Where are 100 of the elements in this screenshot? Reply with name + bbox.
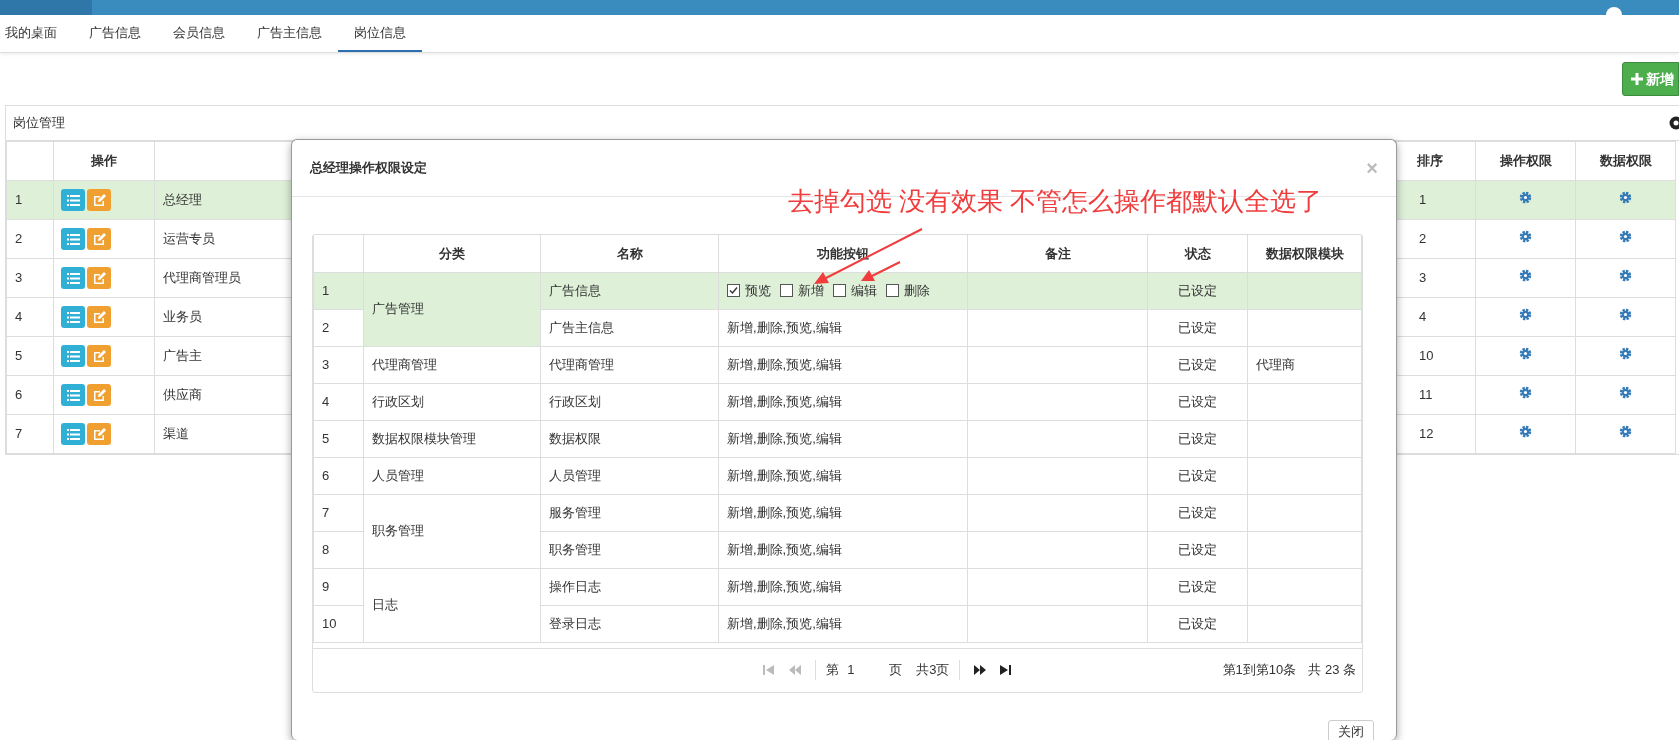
column-header: 数据权限模块: [1247, 235, 1362, 272]
table-cell: 代理商管理: [363, 346, 541, 383]
settings-icon[interactable]: [1519, 269, 1532, 283]
table-cell: 9: [313, 568, 364, 605]
settings-icon[interactable]: [1519, 230, 1532, 244]
checkbox[interactable]: [727, 283, 740, 297]
table-cell: 广告主信息: [540, 309, 719, 346]
table-cell: 人员管理: [540, 457, 719, 494]
table-cell: 已设定: [1147, 531, 1248, 568]
page-label: 页: [889, 661, 903, 680]
table-cell: 新增,删除,预览,编辑: [718, 309, 968, 346]
list-icon: [66, 311, 80, 323]
settings-icon[interactable]: [1619, 230, 1632, 244]
tab[interactable]: 岗位信息: [338, 15, 422, 52]
list-button[interactable]: [61, 228, 85, 251]
table-cell: 已设定: [1147, 568, 1248, 605]
tab[interactable]: 我的桌面: [0, 15, 73, 52]
column-header: 备注: [967, 235, 1148, 272]
edit-icon: [92, 193, 106, 206]
table-cell: 新增,删除,预览,编辑: [718, 605, 968, 642]
settings-icon[interactable]: [1619, 347, 1632, 361]
column-header: 状态: [1147, 235, 1248, 272]
settings-icon[interactable]: [1619, 425, 1632, 439]
list-button[interactable]: [61, 189, 85, 212]
table-cell: 5: [6, 336, 54, 376]
checkbox[interactable]: [886, 283, 899, 297]
page-label: 第: [826, 661, 840, 680]
table-cell: 4: [6, 297, 54, 337]
table-cell: 已设定: [1147, 346, 1248, 383]
table-cell: 服务管理: [540, 494, 719, 531]
checkbox-label[interactable]: 预览: [745, 282, 771, 298]
settings-icon[interactable]: [1619, 269, 1632, 283]
table-cell: 新增,删除,预览,编辑: [718, 383, 968, 420]
table-cell: 日志: [363, 568, 541, 642]
table-cell: 已设定: [1147, 272, 1248, 309]
edit-icon: [92, 349, 106, 362]
table-cell: 3: [313, 346, 364, 383]
column-header: 分类: [363, 235, 541, 272]
table-cell: 新增,删除,预览,编辑: [718, 420, 968, 457]
table-cell: 数据权限: [540, 420, 719, 457]
record-range: 第1到第10条: [1222, 661, 1297, 680]
list-button[interactable]: [61, 384, 85, 407]
table-cell: 已设定: [1147, 605, 1248, 642]
table-cell: 人员管理: [363, 457, 541, 494]
checkbox[interactable]: [780, 283, 793, 297]
list-icon: [66, 350, 80, 362]
checkbox[interactable]: [833, 283, 846, 297]
settings-icon[interactable]: [1619, 386, 1632, 400]
table-cell: 职务管理: [363, 494, 541, 568]
table-cell: 代理商: [1247, 346, 1362, 383]
table-cell: 1: [313, 272, 364, 309]
close-button[interactable]: 关闭: [1328, 719, 1374, 740]
column-header: 功能按钮: [718, 235, 968, 272]
tab[interactable]: 广告主信息: [241, 15, 338, 52]
record-total: 共 23 条: [1308, 661, 1356, 680]
table-cell: 3: [6, 258, 54, 298]
table-cell: 1: [1396, 180, 1476, 220]
table-cell: 已设定: [1147, 420, 1248, 457]
tab[interactable]: 会员信息: [157, 15, 241, 52]
edit-icon: [92, 388, 106, 401]
list-icon: [66, 428, 80, 440]
table-cell: 数据权限模块管理: [363, 420, 541, 457]
settings-icon[interactable]: [1519, 347, 1532, 361]
table-cell: 已设定: [1147, 309, 1248, 346]
column-header: 名称: [540, 235, 719, 272]
annotation-text: 去掉勾选 没有效果 不管怎么操作都默认全选了: [788, 185, 1323, 218]
list-button[interactable]: [61, 423, 85, 446]
settings-icon[interactable]: [1519, 386, 1532, 400]
list-button[interactable]: [61, 306, 85, 329]
edit-icon: [92, 310, 106, 323]
list-button[interactable]: [61, 345, 85, 368]
checkbox-label[interactable]: 删除: [904, 282, 930, 298]
table-cell: 7: [6, 414, 54, 454]
page-count: 共3页: [916, 661, 950, 680]
settings-icon[interactable]: [1519, 425, 1532, 439]
table-cell: 行政区划: [540, 383, 719, 420]
list-icon: [66, 194, 80, 206]
edit-icon: [92, 427, 106, 440]
list-icon: [66, 233, 80, 245]
table-cell: 操作日志: [540, 568, 719, 605]
settings-icon[interactable]: [1519, 308, 1532, 322]
table-cell: 登录日志: [540, 605, 719, 642]
table-cell: 6: [313, 457, 364, 494]
settings-icon[interactable]: [1519, 191, 1532, 205]
checkbox-label[interactable]: 编辑: [851, 282, 877, 298]
column-header: 操作: [53, 141, 155, 181]
column-header: 数据权限: [1575, 141, 1676, 181]
table-cell: 已设定: [1147, 494, 1248, 531]
table-cell: 广告信息: [540, 272, 719, 309]
list-button[interactable]: [61, 267, 85, 290]
checkbox-label[interactable]: 新增: [798, 282, 824, 298]
table-cell: 新增,删除,预览,编辑: [718, 531, 968, 568]
settings-icon[interactable]: [1619, 308, 1632, 322]
list-icon: [66, 389, 80, 401]
table-cell: 6: [6, 375, 54, 415]
table-cell: 4: [313, 383, 364, 420]
table-cell: 新增,删除,预览,编辑: [718, 494, 968, 531]
tab[interactable]: 广告信息: [73, 15, 157, 52]
settings-icon[interactable]: [1619, 191, 1632, 205]
table-cell: 7: [313, 494, 364, 531]
